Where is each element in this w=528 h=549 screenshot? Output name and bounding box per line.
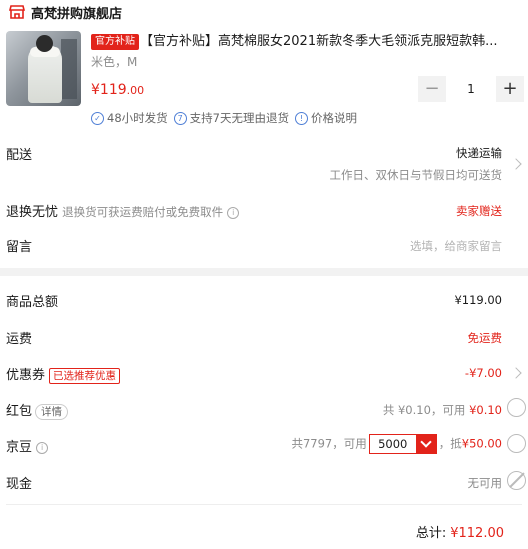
coupon-value: -¥7.00 <box>464 366 502 380</box>
delivery-method: 快递运输 <box>456 146 502 160</box>
total-value: ¥112.00 <box>450 526 504 541</box>
message-label: 留言 <box>6 240 33 255</box>
redpacket-radio[interactable] <box>507 398 526 417</box>
bean-info: 京豆 i <box>6 436 49 455</box>
info-icon[interactable]: i <box>36 441 49 454</box>
price-main: ¥119 <box>91 82 127 98</box>
coupon-info: 优惠券 已选推荐优惠 <box>6 364 121 384</box>
service-label: 价格说明 <box>310 111 357 125</box>
cash-radio <box>507 471 526 490</box>
order-item-card: 高梵拼购旗舰店 官方补贴 【官方补贴】高梵棉服女2021新款冬季大毛领派克服短款… <box>0 0 528 268</box>
service-item[interactable]: ✓ 48小时发货 <box>91 110 168 126</box>
coupon-label: 优惠券 <box>6 368 46 383</box>
bean-amount-value[interactable]: 5000 <box>370 435 416 453</box>
return-info: 退换无忧 退换货可获运费赔付或免费取件 i <box>6 201 240 220</box>
redpacket-label: 红包 <box>6 404 33 419</box>
order-total: 总计: ¥112.00 <box>416 522 504 541</box>
bean-offset: ¥50.00 <box>461 436 502 451</box>
fast-delivery-icon: ✓ <box>91 111 104 125</box>
store-icon <box>8 3 26 21</box>
return-label: 退换无忧 <box>6 205 59 220</box>
info-icon[interactable]: i <box>227 206 240 219</box>
increase-button[interactable]: + <box>496 76 524 102</box>
redpacket-detail-button[interactable]: 详情 <box>35 403 69 420</box>
service-item[interactable]: ! 价格说明 <box>294 110 357 126</box>
subtotal-value: ¥119.00 <box>454 293 502 307</box>
delivery-label: 配送 <box>6 148 33 163</box>
price-decimal: .00 <box>126 84 145 97</box>
total-label: 总计: <box>415 526 447 541</box>
product-title[interactable]: 【官方补贴】高梵棉服女2021新款冬季大毛领派克服短款韩... <box>140 32 522 52</box>
cash-label: 现金 <box>6 477 33 492</box>
bean-label: 京豆 <box>6 440 33 455</box>
cash-value: 无可用 <box>467 476 503 490</box>
chevron-down-icon[interactable] <box>415 435 436 453</box>
chevron-right-icon <box>510 367 522 379</box>
shipping-value: 免运费 <box>467 331 503 345</box>
service-list: ✓ 48小时发货 7 支持7天无理由退货 ! 价格说明 <box>91 110 363 126</box>
redpacket-info: 红包 详情 <box>6 400 69 420</box>
decrease-button[interactable]: − <box>418 76 446 102</box>
subsidy-tag: 官方补贴 <box>91 34 139 50</box>
product-spec: 米色，M <box>91 55 138 69</box>
quantity-stepper: − 1 + <box>418 76 524 102</box>
service-label: 48小时发货 <box>107 111 168 125</box>
bean-total: 共7797，可用 <box>291 436 367 451</box>
delivery-schedule: 工作日、双休日与节假日均可送货 <box>329 168 503 182</box>
bean-summary: 共7797，可用 5000 ，抵¥50.00 <box>291 434 502 454</box>
product-price: ¥119.00 <box>91 80 144 101</box>
price-summary-card: 商品总额 ¥119.00 运费 免运费 优惠券 已选推荐优惠 -¥7.00 红包详… <box>0 276 528 549</box>
redpacket-total: 共 ¥0.10，可用 <box>382 403 466 417</box>
bean-offset-prefix: ，抵 <box>438 436 462 451</box>
service-item[interactable]: 7 支持7天无理由退货 <box>173 110 289 126</box>
redpacket-summary: 共 ¥0.10，可用 ¥0.10 <box>383 402 502 418</box>
return-desc: 退换货可获运费赔付或免费取件 <box>62 205 224 219</box>
return-policy-icon: 7 <box>173 111 187 125</box>
shipping-label: 运费 <box>6 332 33 347</box>
coupon-tag: 已选推荐优惠 <box>49 367 121 384</box>
price-info-icon: ! <box>294 111 308 125</box>
quantity-value[interactable]: 1 <box>446 76 496 102</box>
bean-amount-select[interactable]: 5000 <box>368 434 437 454</box>
divider <box>6 504 522 505</box>
shop-header[interactable]: 高梵拼购旗舰店 <box>8 2 122 22</box>
return-value: 卖家赠送 <box>456 204 502 218</box>
service-label: 支持7天无理由退货 <box>189 111 289 125</box>
shop-name[interactable]: 高梵拼购旗舰店 <box>31 3 122 22</box>
bean-radio[interactable] <box>507 434 526 453</box>
subtotal-label: 商品总额 <box>6 295 59 310</box>
product-image[interactable] <box>6 31 81 106</box>
message-input[interactable]: 选填，给商家留言 <box>410 238 502 254</box>
chevron-right-icon <box>510 158 522 170</box>
redpacket-available: ¥0.10 <box>469 403 502 417</box>
